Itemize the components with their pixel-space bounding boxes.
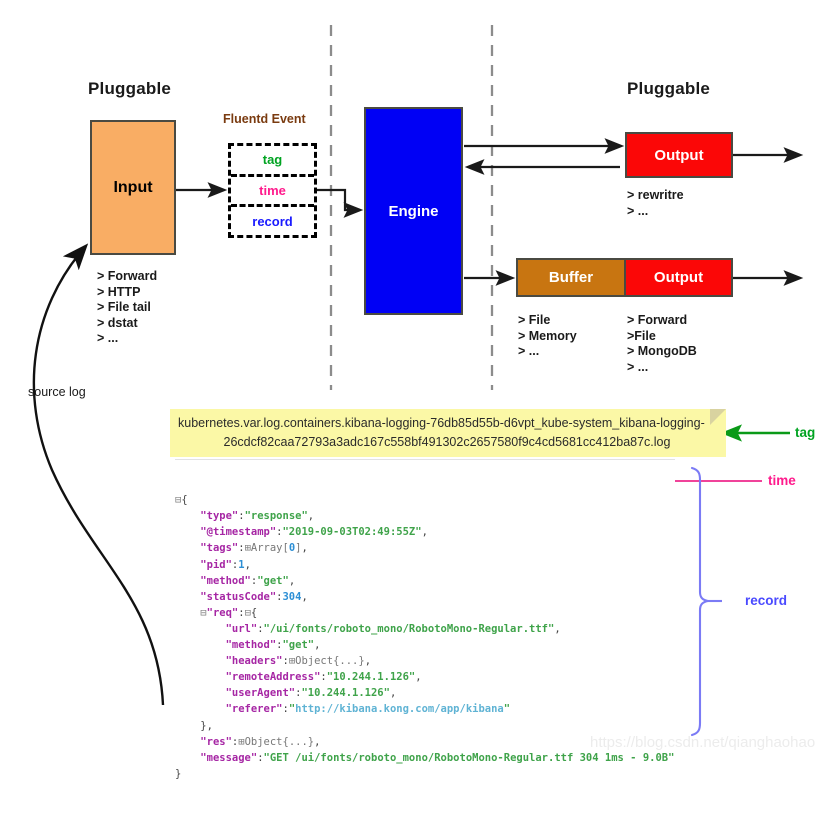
fluentd-event-title: Fluentd Event (223, 112, 306, 126)
tag-banner-line1: kubernetes.var.log.containers.kibana-log… (178, 416, 705, 430)
json-line: "headers":⊞Object{...}, (225, 655, 372, 668)
engine-box[interactable]: Engine (364, 107, 463, 315)
buffer-output-group: Buffer Output (516, 258, 733, 297)
json-line: "message":"GET /ui/fonts/roboto_mono/Rob… (200, 751, 675, 764)
fluentd-event-box: tag time record (228, 143, 317, 238)
output-top-box[interactable]: Output (625, 132, 733, 178)
time-annotation-label: time (768, 473, 796, 488)
output-bottom-box[interactable]: Output (624, 260, 731, 295)
output-top-label: Output (654, 146, 704, 164)
buffer-box[interactable]: Buffer (518, 260, 624, 295)
json-record-panel: ⊟{ "type":"response", "@timestamp":"2019… (175, 459, 675, 780)
json-line: "@timestamp":"2019-09-03T02:49:55Z", (200, 526, 428, 539)
buffer-label: Buffer (548, 269, 594, 286)
event-time-label: time (259, 183, 286, 198)
event-record-label: record (252, 213, 293, 229)
arrow-event-to-engine (317, 188, 364, 218)
json-line: "type":"response", (200, 510, 315, 523)
json-line: ⊟"req":⊟{ (200, 606, 258, 619)
diagram-canvas: Pluggable Pluggable Fluentd Event Input … (0, 0, 840, 780)
watermark: https://blog.csdn.net/qianghaohao (590, 734, 816, 751)
output-top-plugin-list: > rewritre > ... (627, 188, 684, 218)
event-row-record: record (231, 207, 314, 235)
json-line: "method":"get", (225, 639, 321, 652)
json-line: "statusCode":304, (200, 590, 308, 603)
source-log-label: source log (28, 385, 86, 399)
event-row-time: time (231, 173, 314, 208)
engine-box-label: Engine (388, 202, 439, 220)
tag-banner: kubernetes.var.log.containers.kibana-log… (170, 409, 726, 457)
json-line: } (175, 767, 182, 780)
json-line: "userAgent":"10.244.1.126", (225, 687, 397, 700)
json-line: "remoteAddress":"10.244.1.126", (225, 671, 422, 684)
record-brace (690, 466, 709, 737)
event-tag-label: tag (262, 152, 283, 168)
tag-banner-line2: 26cdcf82caa72793a3adc167c558bf491302c265… (223, 435, 671, 449)
left-pluggable-title: Pluggable (88, 79, 172, 98)
input-box-label: Input (113, 178, 153, 196)
json-line: "method":"get", (200, 574, 296, 587)
record-annotation-label: record (745, 593, 788, 608)
json-line: "referer":"http://kibana.kong.com/app/ki… (225, 703, 511, 716)
tag-annotation-label: tag (795, 425, 816, 440)
json-line: ⊟{ (175, 494, 188, 507)
buffer-plugin-list: > File > Memory > ... (518, 313, 577, 358)
input-box[interactable]: Input (90, 120, 176, 255)
json-line: "tags":⊞Array[0], (200, 542, 308, 555)
json-line: }, (200, 719, 213, 732)
banner-fold-corner (710, 409, 726, 425)
right-pluggable-title: Pluggable (627, 79, 711, 98)
event-row-tag: tag (231, 146, 314, 174)
output-bottom-plugin-list: > Forward >File > MongoDB > ... (627, 313, 697, 374)
input-plugin-list: > Forward > HTTP > File tail > dstat > .… (97, 269, 158, 345)
json-line: "pid":1, (200, 558, 251, 571)
output-bottom-label: Output (653, 269, 704, 286)
json-line: "url":"/ui/fonts/roboto_mono/RobotoMono-… (225, 622, 561, 635)
